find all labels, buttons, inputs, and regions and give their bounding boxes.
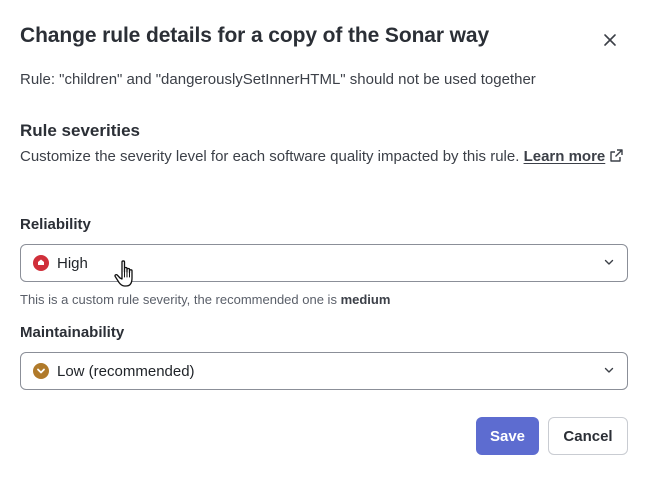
maintainability-select[interactable]: Low (recommended) [20, 352, 628, 390]
severity-high-icon [33, 255, 49, 271]
rule-name: Rule: "children" and "dangerouslySetInne… [20, 71, 536, 88]
severity-low-icon [33, 363, 49, 379]
reliability-helper-text: This is a custom rule severity, the reco… [20, 292, 390, 307]
cancel-button[interactable]: Cancel [548, 417, 628, 455]
external-link-icon [610, 149, 623, 162]
reliability-value: High [57, 254, 88, 272]
change-rule-dialog: Change rule details for a copy of the So… [0, 0, 649, 478]
description-text: Customize the severity level for each so… [20, 148, 524, 165]
dialog-title: Change rule details for a copy of the So… [20, 24, 490, 47]
rule-severities-heading: Rule severities [20, 121, 141, 140]
maintainability-label: Maintainability [20, 324, 125, 341]
chevron-down-icon [604, 367, 614, 373]
learn-more-label: Learn more [523, 148, 606, 165]
save-button[interactable]: Save [476, 417, 539, 455]
learn-more-link[interactable]: Learn more [524, 148, 606, 165]
helper-prefix: This is a custom rule severity, the reco… [20, 292, 341, 307]
chevron-down-icon [604, 259, 614, 265]
close-icon [604, 34, 616, 46]
reliability-label: Reliability [20, 216, 91, 233]
hand-cursor-icon [114, 260, 133, 287]
close-button[interactable] [598, 28, 622, 52]
recommended-severity: medium [340, 292, 391, 307]
reliability-select[interactable]: High [20, 244, 628, 282]
maintainability-value: Low (recommended) [57, 362, 195, 380]
rule-severities-description: Customize the severity level for each so… [20, 146, 630, 168]
